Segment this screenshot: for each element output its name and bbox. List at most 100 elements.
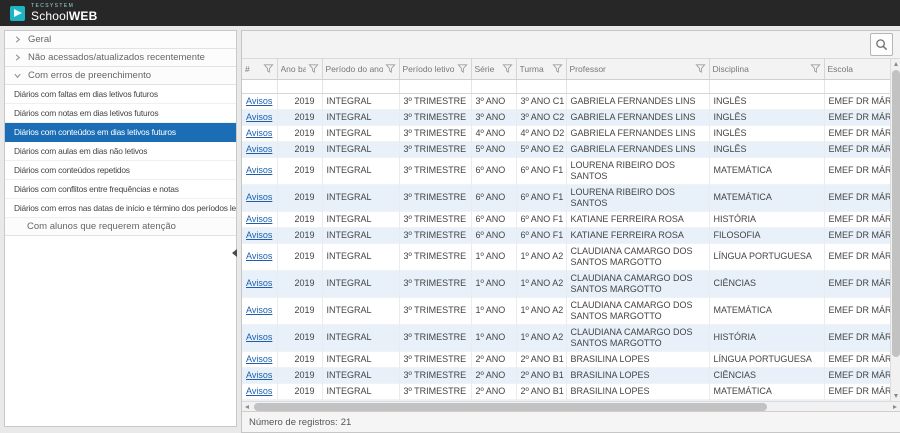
filter-cell[interactable] — [709, 79, 824, 93]
cell-ano: 2019 — [277, 157, 322, 184]
cell-turma: 2º ANO B1 — [516, 351, 566, 367]
accordion-section-com-alunos[interactable]: Com alunos que requerem atenção — [5, 218, 236, 236]
cell-escola: EMEF DR MÁRIO VE... — [824, 109, 890, 125]
filter-icon[interactable] — [308, 63, 319, 74]
column-header-ano[interactable]: Ano base — [277, 59, 322, 79]
sidebar-item[interactable]: Diários com conflitos entre frequências … — [5, 180, 236, 199]
avisos-link[interactable]: Avisos — [246, 96, 272, 106]
filter-icon[interactable] — [385, 63, 396, 74]
vertical-scrollbar[interactable] — [890, 59, 900, 401]
filter-cell[interactable] — [516, 79, 566, 93]
avisos-link[interactable]: Avisos — [246, 165, 272, 175]
column-header-serie[interactable]: Série — [471, 59, 516, 79]
table-row: Avisos2019INTEGRAL3º TRIMESTRE2º ANO2º A… — [242, 383, 890, 399]
filter-icon[interactable] — [810, 63, 821, 74]
cell-serie: 2º ANO — [471, 383, 516, 399]
scroll-down-button[interactable] — [891, 391, 900, 401]
filter-cell[interactable] — [277, 79, 322, 93]
avisos-link[interactable]: Avisos — [246, 144, 272, 154]
cell-link: Avisos — [242, 141, 277, 157]
cell-periodo_ano: INTEGRAL — [322, 157, 399, 184]
avisos-link[interactable]: Avisos — [246, 230, 272, 240]
cell-professor: GABRIELA FERNANDES LINS — [566, 93, 709, 109]
table-clip: #Ano basePeríodo do anoPeríodo letivoSér… — [242, 59, 890, 401]
avisos-link[interactable]: Avisos — [246, 332, 272, 342]
column-header-professor[interactable]: Professor — [566, 59, 709, 79]
avisos-link[interactable]: Avisos — [246, 192, 272, 202]
filter-icon[interactable] — [263, 63, 274, 74]
cell-disciplina: CIÊNCIAS — [709, 270, 824, 297]
column-header-turma[interactable]: Turma — [516, 59, 566, 79]
cell-escola: EMEF DR MÁRIO VE... — [824, 351, 890, 367]
cell-turma: 1º ANO A2 — [516, 297, 566, 324]
sidebar-item[interactable]: Diários com erros nas datas de início e … — [5, 199, 236, 218]
app-body: Geral Não acessados/atualizados recentem… — [0, 26, 900, 433]
filter-icon[interactable] — [552, 63, 563, 74]
cell-escola: EMEF DR MÁRIO VE... — [824, 157, 890, 184]
cell-periodo_ano: INTEGRAL — [322, 297, 399, 324]
accordion-section-com-erros[interactable]: Com erros de preenchimento — [5, 67, 236, 85]
section-label: Com alunos que requerem atenção — [27, 221, 176, 232]
filter-cell[interactable] — [566, 79, 709, 93]
avisos-link[interactable]: Avisos — [246, 370, 272, 380]
sidebar-item[interactable]: Diários com conteúdos repetidos — [5, 161, 236, 180]
sidebar-item[interactable]: Diários com conteúdos em dias letivos fu… — [5, 123, 236, 142]
cell-ano: 2019 — [277, 93, 322, 109]
avisos-link[interactable]: Avisos — [246, 386, 272, 396]
filter-cell[interactable] — [242, 79, 277, 93]
cell-periodo_letivo: 3º TRIMESTRE — [399, 297, 471, 324]
sidebar-item[interactable]: Diários com notas em dias letivos futuro… — [5, 104, 236, 123]
avisos-link[interactable]: Avisos — [246, 214, 272, 224]
cell-periodo_letivo: 3º TRIMESTRE — [399, 211, 471, 227]
avisos-link[interactable]: Avisos — [246, 251, 272, 261]
column-header-periodo_ano[interactable]: Período do ano — [322, 59, 399, 79]
filter-icon[interactable] — [457, 63, 468, 74]
cell-escola: EMEF DR MÁRIO VE... — [824, 324, 890, 351]
cell-professor: CLAUDIANA CAMARGO DOS SANTOS MARGOTTO — [566, 243, 709, 270]
search-button[interactable] — [870, 33, 893, 56]
filter-cell[interactable] — [322, 79, 399, 93]
horizontal-scrollbar[interactable] — [242, 401, 900, 411]
section-label: Geral — [28, 34, 51, 45]
cell-ano: 2019 — [277, 324, 322, 351]
scroll-left-button[interactable] — [242, 402, 252, 412]
filter-icon[interactable] — [502, 63, 513, 74]
avisos-link[interactable]: Avisos — [246, 112, 272, 122]
cell-ano: 2019 — [277, 270, 322, 297]
avisos-link[interactable]: Avisos — [246, 278, 272, 288]
scroll-up-button[interactable] — [891, 59, 900, 69]
avisos-link[interactable]: Avisos — [246, 354, 272, 364]
cell-serie: 1º ANO — [471, 270, 516, 297]
horizontal-scroll-thumb[interactable] — [254, 403, 767, 411]
cell-link: Avisos — [242, 383, 277, 399]
column-header-escola[interactable]: Escola — [824, 59, 890, 79]
accordion-section-nao-acessados[interactable]: Não acessados/atualizados recentemente — [5, 49, 236, 67]
avisos-link[interactable]: Avisos — [246, 128, 272, 138]
column-label: Escola — [828, 64, 854, 74]
avisos-link[interactable]: Avisos — [246, 305, 272, 315]
filter-icon[interactable] — [695, 63, 706, 74]
column-header-disciplina[interactable]: Disciplina — [709, 59, 824, 79]
filter-cell[interactable] — [471, 79, 516, 93]
sidebar-item[interactable]: Diários com aulas em dias não letivos — [5, 142, 236, 161]
cell-professor: KATIANE FERREIRA ROSA — [566, 211, 709, 227]
column-header-periodo_letivo[interactable]: Período letivo — [399, 59, 471, 79]
cell-serie: 2º ANO — [471, 367, 516, 383]
cell-disciplina: LÍNGUA PORTUGUESA — [709, 351, 824, 367]
cell-periodo_ano: INTEGRAL — [322, 324, 399, 351]
sidebar-collapse-handle[interactable] — [232, 249, 237, 257]
cell-periodo_ano: INTEGRAL — [322, 367, 399, 383]
cell-turma: 2º ANO B1 — [516, 383, 566, 399]
scroll-right-button[interactable] — [890, 402, 900, 412]
cell-periodo_ano: INTEGRAL — [322, 227, 399, 243]
accordion-section-geral[interactable]: Geral — [5, 31, 236, 49]
chevron-down-icon — [13, 71, 22, 80]
cell-periodo_ano: INTEGRAL — [322, 93, 399, 109]
sidebar-item[interactable]: Diários com faltas em dias letivos futur… — [5, 85, 236, 104]
vertical-scroll-thumb[interactable] — [892, 70, 900, 357]
column-header-link[interactable]: # — [242, 59, 277, 79]
cell-serie: 3º ANO — [471, 109, 516, 125]
filter-cell[interactable] — [399, 79, 471, 93]
filter-cell[interactable] — [824, 79, 890, 93]
cell-periodo_ano: INTEGRAL — [322, 351, 399, 367]
